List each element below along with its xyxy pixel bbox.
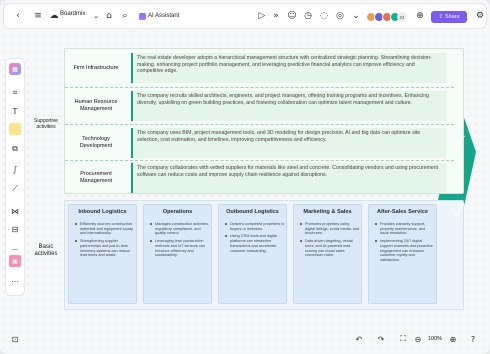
vote-icon[interactable]: ◎	[332, 8, 348, 24]
templates-icon[interactable]: ▦	[9, 63, 21, 75]
column-item: Implementing 24/7 digital support channe…	[375, 239, 435, 263]
app-window: ‹ ≡ ☁ Boardmix ⌄ ⌂ ⌕ AI Assistant ▷ » ☺ …	[0, 0, 490, 354]
more-tools-icon[interactable]: ⋯	[9, 275, 21, 287]
collaborator-count[interactable]: 24	[397, 12, 407, 22]
zoom-in-icon[interactable]: ⊕	[446, 332, 460, 346]
connector-icon[interactable]: ⟋	[9, 183, 21, 195]
row-description[interactable]: The real estate developer adopts a hiera…	[131, 53, 446, 83]
supportive-activities-label: Supportive activities	[34, 118, 58, 130]
tag-icon[interactable]: ⌂	[101, 8, 117, 24]
text-icon[interactable]: T	[9, 105, 21, 117]
column-title: Inbound Logistics	[78, 209, 127, 215]
row-description[interactable]: The company collaborates with vetted sup…	[131, 163, 446, 193]
search-icon[interactable]: ⌕	[117, 8, 133, 24]
pen-icon[interactable]: ∫	[9, 163, 21, 175]
expand-icon[interactable]: »	[268, 8, 284, 24]
supportive-row: Procurement Management The company colla…	[64, 161, 455, 195]
basic-activity-column[interactable]: Marketing & Sales Promotes properties us…	[293, 204, 362, 304]
more-icon[interactable]: ⌄	[348, 8, 364, 24]
frame-icon[interactable]: ⌗	[9, 87, 21, 99]
column-title: Marketing & Sales	[303, 209, 352, 215]
timer-icon[interactable]: ◷	[300, 8, 316, 24]
row-description[interactable]: The company recruits skilled architects,…	[131, 91, 446, 121]
fit-screen-icon[interactable]: ⛶	[396, 332, 410, 346]
column-item: Provides warranty support, property main…	[375, 222, 435, 236]
ai-assistant-label: AI Assistant	[148, 13, 180, 19]
basic-activities-label: Basic activities	[34, 244, 58, 258]
help-icon[interactable]: ?	[466, 332, 480, 346]
supportive-row: Human Resource Management The company re…	[64, 89, 455, 123]
row-title: Human Resource Management	[74, 99, 118, 112]
column-item: Promotes properties using digital listin…	[300, 222, 360, 236]
redo-icon[interactable]: ↷	[374, 332, 388, 346]
sticky-note-icon[interactable]	[9, 123, 21, 135]
column-item: Manages construction activities, regulat…	[150, 222, 210, 236]
row-title: Technology Development	[79, 136, 113, 149]
basic-activity-column[interactable]: Operations Manages construction activiti…	[143, 204, 212, 304]
bottom-bar: ⊡ ↶ ↷ ⛶ ⊖ 100% ⊕ ?	[4, 330, 486, 348]
column-item: Efficiently sources construction materia…	[75, 222, 135, 236]
add-user-icon[interactable]: ⊕	[412, 8, 428, 24]
column-title: Outbound Logistics	[226, 209, 279, 215]
mindmap-icon[interactable]: ⋈	[9, 205, 21, 217]
share-button[interactable]: ⇪ Share	[431, 11, 467, 23]
zoom-level[interactable]: 100%	[428, 336, 442, 342]
back-icon[interactable]: ‹	[10, 8, 26, 24]
top-toolbar: ‹ ≡ ☁ Boardmix ⌄ ⌂ ⌕ AI Assistant ▷ » ☺ …	[4, 4, 486, 28]
emoji-icon[interactable]: ☺	[284, 8, 300, 24]
tool-sidebar: ▦ ⌗ T ⧉ ∫ ⟋ ⋈ ⊟ — ▣ ⋯	[6, 59, 24, 295]
row-title: Procurement Management	[79, 171, 113, 184]
column-title: Operations	[162, 209, 193, 215]
value-chain-diagram: Supportive activities Basic activities F…	[30, 48, 476, 310]
row-divider	[65, 124, 454, 125]
basic-activity-column[interactable]: After-Sales Service Provides warranty su…	[368, 204, 437, 304]
supportive-row: Firm Infrastructure The real estate deve…	[64, 51, 455, 85]
table-icon[interactable]: ⊟	[9, 223, 21, 235]
basic-activity-column[interactable]: Outbound Logistics Delivers completed pr…	[218, 204, 287, 304]
column-item: Leveraging lean construction methods and…	[150, 239, 210, 258]
undo-icon[interactable]: ↶	[352, 332, 366, 346]
column-item: Data-driven targeting, virtual tours, an…	[300, 239, 360, 258]
ai-icon	[139, 12, 146, 20]
menu-icon[interactable]: ≡	[30, 8, 46, 24]
settings-icon[interactable]: ⚙	[472, 8, 488, 24]
board-name[interactable]: Boardmix	[60, 11, 85, 17]
zoom-out-icon[interactable]: ⊖	[411, 332, 425, 346]
share-icon: ⇪	[438, 14, 443, 20]
supportive-row: Technology Development The company uses …	[64, 126, 455, 160]
row-divider	[65, 87, 454, 88]
column-item: Using CRM tools and digital platforms ca…	[225, 234, 285, 253]
column-title: After-Sales Service	[377, 209, 428, 215]
comment-icon[interactable]: ◌	[316, 8, 332, 24]
share-label: Share	[444, 14, 460, 20]
ai-assistant-button[interactable]: AI Assistant	[136, 10, 182, 22]
minimap-icon[interactable]: ⊡	[8, 332, 22, 346]
row-description[interactable]: The company uses BIM, project management…	[131, 128, 446, 158]
column-item: Strengthening supplier partnerships and …	[75, 239, 135, 258]
divider-line: —	[12, 245, 18, 253]
shape-icon[interactable]: ⧉	[9, 143, 21, 155]
basic-activity-column[interactable]: Inbound Logistics Efficiently sources co…	[68, 204, 137, 304]
row-title: Firm Infrastructure	[73, 64, 119, 71]
column-item: Delivers completed properties to buyers …	[225, 222, 285, 231]
image-icon[interactable]: ▣	[9, 255, 21, 267]
